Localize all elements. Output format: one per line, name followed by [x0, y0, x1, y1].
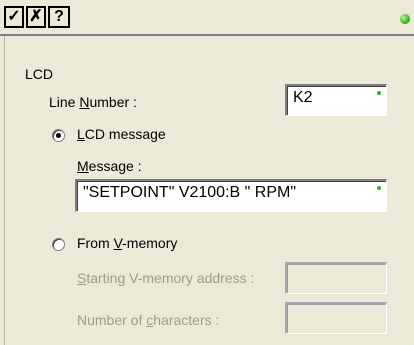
from-vmemory-radio-label[interactable]: From V-memory	[77, 235, 177, 251]
cancel-button[interactable]: ✗	[26, 6, 46, 28]
from-vmemory-radio[interactable]	[52, 238, 65, 251]
line-number-value: K2	[293, 89, 313, 106]
line-number-field[interactable]: K2	[285, 84, 387, 116]
start-address-label: Starting V-memory address :	[77, 270, 255, 286]
num-chars-label: Number of characters :	[77, 312, 220, 328]
valid-indicator-icon	[377, 91, 381, 95]
help-button[interactable]: ?	[48, 6, 70, 28]
toolbar: ✓ ✗ ?	[0, 0, 414, 36]
num-chars-field[interactable]	[285, 302, 387, 334]
line-number-label: Line Number :	[49, 94, 137, 110]
ok-check-button[interactable]: ✓	[4, 6, 24, 28]
cross-icon: ✗	[29, 8, 43, 25]
message-field[interactable]: "SETPOINT" V2100:B " RPM"	[75, 179, 387, 212]
start-address-field[interactable]	[285, 262, 387, 294]
valid-indicator-icon	[377, 186, 381, 190]
lcd-message-radio[interactable]	[52, 129, 65, 142]
lcd-panel: LCD Line Number : K2 LCD message Message…	[4, 36, 414, 345]
help-icon: ?	[54, 8, 64, 25]
group-title: LCD	[25, 66, 54, 82]
checkmark-icon: ✓	[7, 8, 21, 25]
lcd-message-radio-label[interactable]: LCD message	[77, 126, 166, 142]
message-value: "SETPOINT" V2100:B " RPM"	[83, 184, 296, 201]
message-label: Message :	[77, 158, 142, 174]
status-led-icon	[400, 14, 410, 24]
